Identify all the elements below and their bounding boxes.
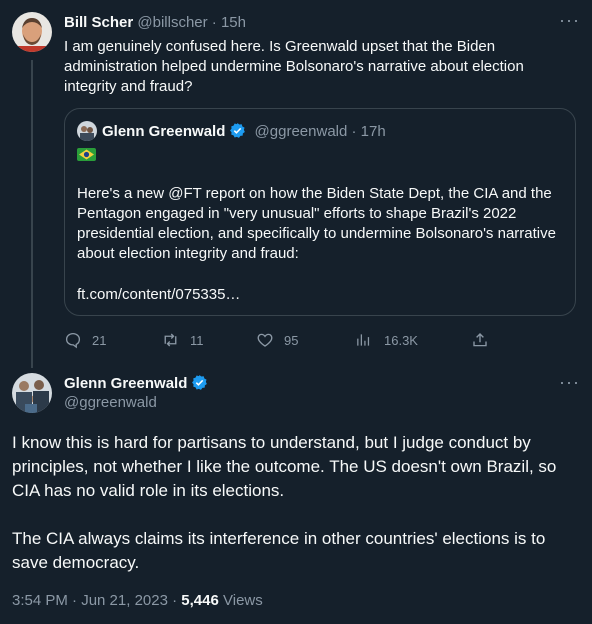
retweet-icon — [164, 333, 177, 347]
avatar-glenn-greenwald-small[interactable] — [77, 121, 97, 141]
author-handle[interactable]: @billscher — [137, 14, 207, 31]
verified-badge-icon — [192, 375, 208, 390]
tweet-timestamp[interactable]: 3:54 PM · Jun 21, 2023 · — [12, 592, 177, 609]
more-icon[interactable]: ··· — [559, 372, 580, 393]
quoted-author-name[interactable]: Glenn Greenwald — [102, 123, 225, 140]
avatar-glenn-greenwald[interactable] — [12, 373, 52, 413]
share-icon — [473, 333, 487, 347]
share-button[interactable] — [471, 330, 499, 350]
quoted-tweet-link[interactable]: ft.com/content/075335… — [77, 285, 240, 305]
views-label: Views — [223, 592, 263, 609]
tweet-body-paragraph-1: I know this is hard for partisans to und… — [12, 433, 557, 500]
heart-icon — [257, 333, 273, 347]
thread-connector-line — [31, 60, 33, 368]
tweet1-header: Bill Scher @billscher · 15h — [64, 14, 246, 32]
retweet-count: 11 — [190, 332, 204, 348]
verified-badge-icon — [230, 123, 246, 138]
views-button[interactable]: 16.3K — [355, 330, 418, 350]
reply-count: 21 — [92, 332, 107, 348]
retweet-button[interactable]: 11 — [161, 330, 204, 350]
quoted-header: Glenn Greenwald @ggreenwald · 17h — [102, 122, 386, 141]
reply-icon — [65, 332, 81, 349]
more-icon[interactable]: ··· — [559, 10, 580, 31]
tweet-text: I am genuinely confused here. Is Greenwa… — [64, 38, 524, 95]
quoted-tweet-time[interactable]: · 17h — [352, 123, 386, 140]
reply-button[interactable]: 21 — [64, 330, 106, 350]
quoted-tweet-text: Here's a new @FT report on how the Biden… — [77, 185, 556, 262]
tweet-body-paragraph-2: The CIA always claims its interference i… — [12, 529, 546, 572]
author-handle[interactable]: @ggreenwald — [64, 394, 157, 412]
avatar-bill-scher[interactable] — [12, 12, 52, 52]
author-name[interactable]: Bill Scher — [64, 14, 133, 31]
views-bar-chart-icon — [357, 334, 370, 346]
view-count: 16.3K — [384, 332, 418, 348]
tweet2-author: Glenn Greenwald — [64, 374, 208, 393]
quoted-author-handle[interactable]: @ggreenwald — [255, 123, 348, 140]
like-button[interactable]: 95 — [256, 330, 298, 350]
author-name[interactable]: Glenn Greenwald — [64, 375, 187, 392]
views-count: 5,446 — [181, 592, 219, 609]
tweet-metadata: 3:54 PM · Jun 21, 2023 · 5,446 Views — [12, 592, 263, 610]
like-count: 95 — [284, 332, 299, 348]
brazil-flag-emoji — [77, 148, 96, 161]
tweet-time[interactable]: · 15h — [212, 14, 246, 31]
